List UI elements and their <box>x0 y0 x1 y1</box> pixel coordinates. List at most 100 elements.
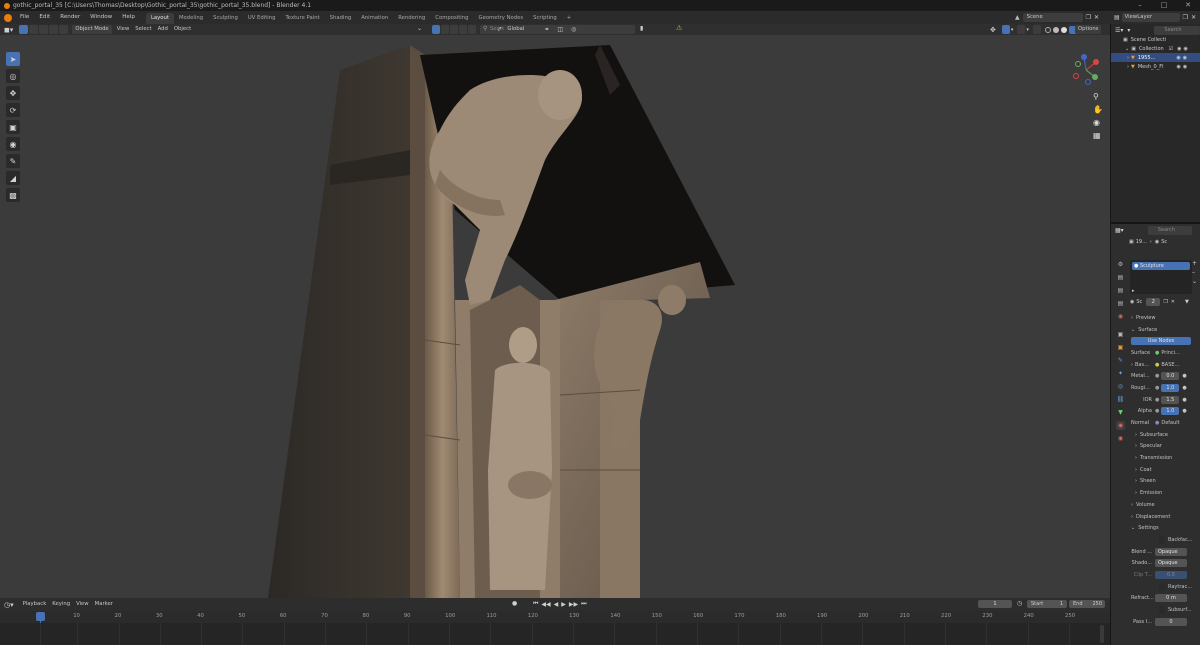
delete-scene-icon[interactable]: ✕ <box>1094 14 1099 21</box>
subsurface-panel[interactable]: › Subsurface <box>1125 429 1200 441</box>
end-frame-field[interactable]: End 250 <box>1069 600 1105 608</box>
timeline-menu-keying[interactable]: Keying <box>49 600 73 609</box>
annotate-tool-icon[interactable]: ✎ <box>6 154 20 168</box>
material-tab-icon[interactable]: ◉ <box>1116 421 1125 430</box>
world-tab-icon[interactable]: ▣ <box>1116 330 1125 339</box>
menu-window[interactable]: Window <box>85 11 117 24</box>
camera-icon[interactable]: ◉ <box>1183 64 1187 70</box>
select-invert-icon[interactable] <box>49 25 59 34</box>
3d-viewport[interactable]: ➤ ◎ ✥ ⟳ ▣ ◉ ✎ ◢ ▩ ⚲ ✋ ◉ ▦ <box>0 35 1110 598</box>
select-box-mode-icon[interactable] <box>19 25 29 34</box>
camera-view-icon[interactable]: ◉ <box>1093 118 1103 127</box>
xray-toggle-icon[interactable] <box>450 25 458 34</box>
metallic-field[interactable]: 0.0 <box>1161 372 1180 381</box>
render-tab-icon[interactable]: ▤ <box>1116 273 1125 282</box>
datablock-name[interactable]: Sc <box>1136 299 1142 305</box>
play-reverse-icon[interactable]: ◀ <box>554 601 559 608</box>
sheen-panel[interactable]: › Sheen <box>1125 476 1200 488</box>
select-tool-icon[interactable]: ➤ <box>6 52 20 66</box>
blender-logo-icon[interactable] <box>4 13 12 22</box>
scene-selector[interactable]: ▲ Scene ❐ ✕ <box>1015 13 1099 22</box>
tab-texture-paint[interactable]: Texture Paint <box>280 13 324 24</box>
timeline-scrollbar[interactable] <box>1100 625 1104 643</box>
preview-panel-header[interactable]: › Preview <box>1125 312 1200 324</box>
select-extend-icon[interactable] <box>29 25 39 34</box>
tab-sculpting[interactable]: Sculpting <box>208 13 243 24</box>
material-slot-list[interactable]: ● Sculpture ▸ <box>1130 260 1192 294</box>
eye-icon[interactable]: ◉ <box>1176 64 1180 70</box>
select-subtract-icon[interactable] <box>39 25 49 34</box>
wireframe-toggle-icon[interactable] <box>459 25 467 34</box>
pass-index-field[interactable]: 0 <box>1155 617 1187 626</box>
close-icon[interactable]: ✕ <box>1176 0 1200 11</box>
datablock-users[interactable]: 2 <box>1146 298 1161 306</box>
eye-icon[interactable]: ◉ <box>1177 46 1181 52</box>
minimize-icon[interactable]: – <box>1128 0 1152 11</box>
cursor-tool-icon[interactable]: ◎ <box>6 69 20 83</box>
keyframe-dot-icon[interactable]: ● <box>1182 397 1186 403</box>
constraints-tab-icon[interactable]: ⛓ <box>1116 395 1125 404</box>
checkbox-icon[interactable]: ☑ <box>1169 46 1173 52</box>
menu-render[interactable]: Render <box>55 11 85 24</box>
tab-animation[interactable]: Animation <box>356 13 393 24</box>
volume-panel-header[interactable]: › Volume <box>1125 499 1200 511</box>
menu-file[interactable]: File <box>15 11 34 24</box>
perspective-grid-icon[interactable]: ▦ <box>1093 131 1103 140</box>
viewlayer-name[interactable]: ViewLayer <box>1121 13 1180 22</box>
filter-icon[interactable]: ▾ <box>1127 27 1130 34</box>
select-intersect-icon[interactable] <box>59 25 69 34</box>
playhead[interactable] <box>36 612 45 621</box>
viewport-menu-select[interactable]: Select <box>132 25 154 34</box>
keyframe-dot-icon[interactable]: ● <box>1182 408 1186 414</box>
next-keyframe-icon[interactable]: ▶▶ <box>569 601 578 608</box>
object-tab-icon[interactable]: ▣ <box>1116 343 1125 352</box>
unlink-icon[interactable]: ✕ <box>1171 299 1175 305</box>
eye-icon[interactable]: ◉ <box>1176 55 1180 61</box>
snap-icon[interactable]: ◫ <box>557 26 563 33</box>
expand-icon[interactable]: ⌄ <box>1125 46 1129 52</box>
solid-toggle-icon[interactable] <box>468 25 476 34</box>
tab-shading[interactable]: Shading <box>325 13 357 24</box>
timeline-menu-marker[interactable]: Marker <box>92 600 116 609</box>
pan-hand-icon[interactable]: ✋ <box>1093 105 1103 114</box>
viewlayer-close-icon[interactable]: ✕ <box>1191 14 1196 21</box>
refraction-depth-field[interactable]: 0 m <box>1155 594 1187 603</box>
prev-keyframe-icon[interactable]: ◀◀ <box>541 601 550 608</box>
subsurface-translucency-checkbox[interactable] <box>1159 606 1165 615</box>
base-color-value[interactable]: BASE... <box>1161 362 1179 368</box>
add-cube-tool-icon[interactable]: ▩ <box>6 188 20 202</box>
tab-geometry-nodes[interactable]: Geometry Nodes <box>473 13 528 24</box>
menu-help[interactable]: Help <box>117 11 140 24</box>
remove-slot-icon[interactable]: – <box>1192 269 1197 276</box>
ior-field[interactable]: 1.5 <box>1161 395 1180 404</box>
jump-end-icon[interactable]: ⏭ <box>581 600 586 608</box>
camera-icon[interactable]: ◉ <box>1183 55 1187 61</box>
orientation-value[interactable]: Global <box>504 25 539 34</box>
tab-rendering[interactable]: Rendering <box>393 13 430 24</box>
outliner-editor-icon[interactable]: ☰▾ <box>1115 27 1123 34</box>
rotate-tool-icon[interactable]: ⟳ <box>6 103 20 117</box>
tool-tab-icon[interactable]: ⚙ <box>1116 260 1125 269</box>
outliner-search-input[interactable]: Search <box>1154 25 1200 35</box>
pivot-point-icon[interactable]: ⚭ <box>544 26 549 33</box>
outliner-object-selected[interactable]: › ▼ 1955... ◉ ◉ <box>1111 53 1200 62</box>
overlay-toggle-icon[interactable] <box>441 25 449 34</box>
output-tab-icon[interactable]: ▤ <box>1116 286 1125 295</box>
physics-tab-icon[interactable]: ◎ <box>1116 382 1125 391</box>
viewport-menu-add[interactable]: Add <box>155 25 171 34</box>
gizmo-dropdown-icon[interactable]: ▾ <box>1011 27 1014 33</box>
object-mode-dropdown[interactable]: Object Mode <box>72 25 112 34</box>
backface-checkbox[interactable] <box>1159 535 1165 544</box>
fake-user-icon[interactable]: ❐ <box>1163 299 1167 305</box>
properties-search-input[interactable]: Search <box>1147 225 1192 235</box>
jump-start-icon[interactable]: ⏮ <box>533 600 538 608</box>
proportional-edit-icon[interactable]: ◎ <box>571 26 576 33</box>
blend-mode-dropdown[interactable]: Opaque <box>1155 547 1187 556</box>
toggle-xray-icon[interactable] <box>1032 25 1041 34</box>
orientation-dropdown[interactable]: ⤤ Global ⚭ ◫ ◎ <box>498 25 576 34</box>
show-overlays-icon[interactable] <box>1017 25 1026 34</box>
outliner-mesh[interactable]: › ▼ Mesh_0_Fl ◉ ◉ <box>1111 62 1200 71</box>
viewport-menu-view[interactable]: View <box>114 25 133 34</box>
tab-compositing[interactable]: Compositing <box>430 13 473 24</box>
roughness-field[interactable]: 1.0 <box>1161 383 1180 392</box>
